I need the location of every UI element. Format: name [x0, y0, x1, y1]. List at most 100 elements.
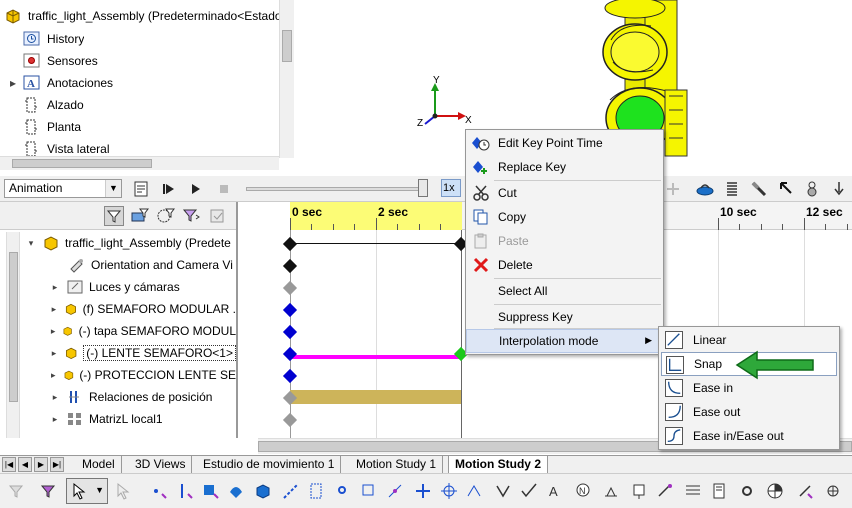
tree-horizontal-scrollbar[interactable] — [0, 156, 279, 170]
filter-spot-welds-icon[interactable] — [738, 482, 756, 500]
tree-item-assembly[interactable]: traffic_light_Assembly (Predeterminado<E… — [4, 6, 282, 26]
filter-surface-finish-icon[interactable] — [494, 482, 512, 500]
select-other-icon[interactable] — [114, 482, 132, 500]
menu-item-interpolation-mode[interactable]: Interpolation mode ▶ — [466, 329, 663, 353]
expand-arrow-icon[interactable]: ▸ — [50, 326, 56, 337]
motion-tree-item-semaforo[interactable]: ▸ (f) SEMAFORO MODULAR . — [0, 298, 236, 320]
tab-first-icon[interactable]: |◀ — [2, 457, 16, 472]
filter-driving-icon[interactable] — [156, 207, 176, 225]
tab-prev-icon[interactable]: ◀ — [18, 457, 32, 472]
filter-datum-targets-icon[interactable] — [656, 482, 674, 500]
select-dropdown[interactable]: ▼ — [66, 478, 108, 504]
key-point[interactable] — [282, 280, 298, 296]
filter-planes-icon[interactable] — [308, 482, 326, 500]
menu-item-replace-key[interactable]: Replace Key — [466, 155, 663, 179]
menu-item-select-all[interactable]: Select All — [466, 279, 663, 303]
filter-connection-points-icon[interactable] — [824, 482, 842, 500]
expand-arrow-icon[interactable]: ▸ — [50, 304, 58, 315]
expand-arrow-icon[interactable]: ▸ — [50, 392, 60, 403]
filter-blocks-icon[interactable] — [710, 482, 728, 500]
menu-item-cut[interactable]: Cut — [466, 181, 663, 205]
filter-vertices-icon[interactable] — [150, 482, 168, 500]
filter-cosmetic-threads-icon[interactable] — [684, 482, 702, 500]
filter-axes-icon[interactable] — [282, 482, 300, 500]
motion-tree-item-lente[interactable]: ▸ (-) LENTE SEMAFORO<1> — [0, 342, 236, 364]
submenu-item-ease-in-out[interactable]: Ease in/Ease out — [661, 424, 837, 448]
filter-solid-bodies-icon[interactable] — [254, 482, 272, 500]
force-arrow-icon[interactable] — [778, 180, 794, 198]
menu-item-copy[interactable]: Copy — [466, 205, 663, 229]
submenu-item-ease-out[interactable]: Ease out — [661, 400, 837, 424]
motion-tree-item-lights[interactable]: ▸ Luces y cámaras — [0, 276, 236, 298]
contact-icon[interactable] — [804, 180, 820, 198]
add-key-icon[interactable] — [664, 180, 682, 198]
key-point[interactable] — [282, 258, 298, 274]
collapse-arrow-icon[interactable]: ▾ — [26, 238, 36, 249]
tab-model[interactable]: Model — [76, 456, 122, 473]
filter-balloons-icon[interactable]: N — [574, 482, 592, 500]
key-point[interactable] — [282, 412, 298, 428]
filter-animated-icon[interactable] — [130, 207, 150, 225]
filter-center-marks-icon[interactable] — [414, 482, 432, 500]
filter-weld-symbols-icon[interactable] — [602, 482, 620, 500]
expand-arrow-icon[interactable]: ▸ — [50, 414, 60, 425]
filter-surfaces-icon[interactable] — [228, 482, 246, 500]
motion-tree-item-tapa[interactable]: ▸ (-) tapa SEMAFORO MODUL — [0, 320, 236, 342]
tree-item-alzado[interactable]: Alzado — [22, 95, 84, 115]
motion-tree-scrollbar[interactable] — [6, 232, 20, 438]
key-point[interactable] — [282, 302, 298, 318]
key-point[interactable] — [282, 368, 298, 384]
filter-icon[interactable] — [104, 206, 124, 226]
scrollbar-thumb[interactable] — [12, 159, 152, 168]
tree-item-anotaciones[interactable]: ▸ A Anotaciones — [8, 73, 113, 93]
motion-tree-item-orientation[interactable]: Orientation and Camera Vi — [0, 254, 236, 276]
lente-change-bar[interactable] — [290, 355, 461, 359]
playback-slider[interactable] — [246, 187, 426, 191]
menu-item-edit-key-point-time[interactable]: Edit Key Point Time — [466, 131, 663, 155]
menu-item-paste[interactable]: Paste — [466, 229, 663, 253]
motion-tree-item-pattern[interactable]: ▸ MatrizL local1 — [0, 408, 236, 430]
study-type-dropdown[interactable]: Animation ▼ — [4, 179, 122, 198]
submenu-item-linear[interactable]: Linear — [661, 328, 837, 352]
stop-icon[interactable] — [216, 181, 232, 197]
tab-3d-views[interactable]: 3D Views — [129, 456, 193, 473]
filter-notes-icon[interactable]: A — [546, 482, 564, 500]
scrollbar-thumb[interactable] — [282, 30, 292, 62]
filter-midpoints-icon[interactable] — [386, 482, 404, 500]
spring-icon[interactable] — [724, 180, 740, 198]
menu-item-delete[interactable]: Delete — [466, 253, 663, 277]
motion-tree-item-proteccion[interactable]: ▸ (-) PROTECCION LENTE SE — [0, 364, 236, 386]
play-icon[interactable] — [188, 181, 204, 197]
filter-mate-references-icon[interactable] — [796, 482, 814, 500]
filter-sketch-points-icon[interactable] — [334, 482, 352, 500]
calculate-icon[interactable] — [133, 180, 151, 198]
damper-icon[interactable] — [750, 180, 768, 198]
tree-item-sensores[interactable]: Sensores — [22, 51, 98, 71]
filter-faces-icon[interactable] — [202, 482, 220, 500]
tab-scroll-buttons[interactable]: |◀ ◀ ▶ ▶| — [2, 457, 68, 472]
filter-edges-icon[interactable] — [176, 482, 194, 500]
filter-routing-points-icon[interactable] — [766, 482, 784, 500]
filter-results-icon[interactable] — [208, 207, 228, 225]
filter-selected-icon[interactable] — [182, 207, 202, 225]
gravity-icon[interactable] — [830, 180, 848, 198]
menu-item-suppress-key[interactable]: Suppress Key — [466, 305, 663, 329]
key-point[interactable] — [282, 236, 298, 252]
toggle-filter-icon[interactable] — [8, 482, 26, 500]
key-point[interactable] — [282, 324, 298, 340]
filter-sketch-segments-icon[interactable] — [360, 482, 378, 500]
motion-tree-item-mates[interactable]: ▸ Relaciones de posición — [0, 386, 236, 408]
clear-filters-icon[interactable] — [40, 482, 58, 500]
scrollbar-thumb[interactable] — [9, 252, 18, 402]
motor-icon[interactable] — [695, 180, 715, 198]
expand-arrow-icon[interactable]: ▸ — [8, 76, 18, 90]
tree-item-planta[interactable]: Planta — [22, 117, 81, 137]
tree-vertical-scrollbar[interactable] — [279, 0, 294, 158]
expand-arrow-icon[interactable]: ▸ — [50, 282, 60, 293]
tab-motion-study-2[interactable]: Motion Study 2 — [448, 456, 548, 474]
tab-next-icon[interactable]: ▶ — [34, 457, 48, 472]
motion-tree-item-assembly[interactable]: ▾ traffic_light_Assembly (Predete — [0, 232, 236, 254]
tab-motion-study-1[interactable]: Motion Study 1 — [350, 456, 444, 473]
tab-estudio-movimiento-1[interactable]: Estudio de movimiento 1 — [197, 456, 342, 473]
tree-item-history[interactable]: History — [22, 29, 84, 49]
